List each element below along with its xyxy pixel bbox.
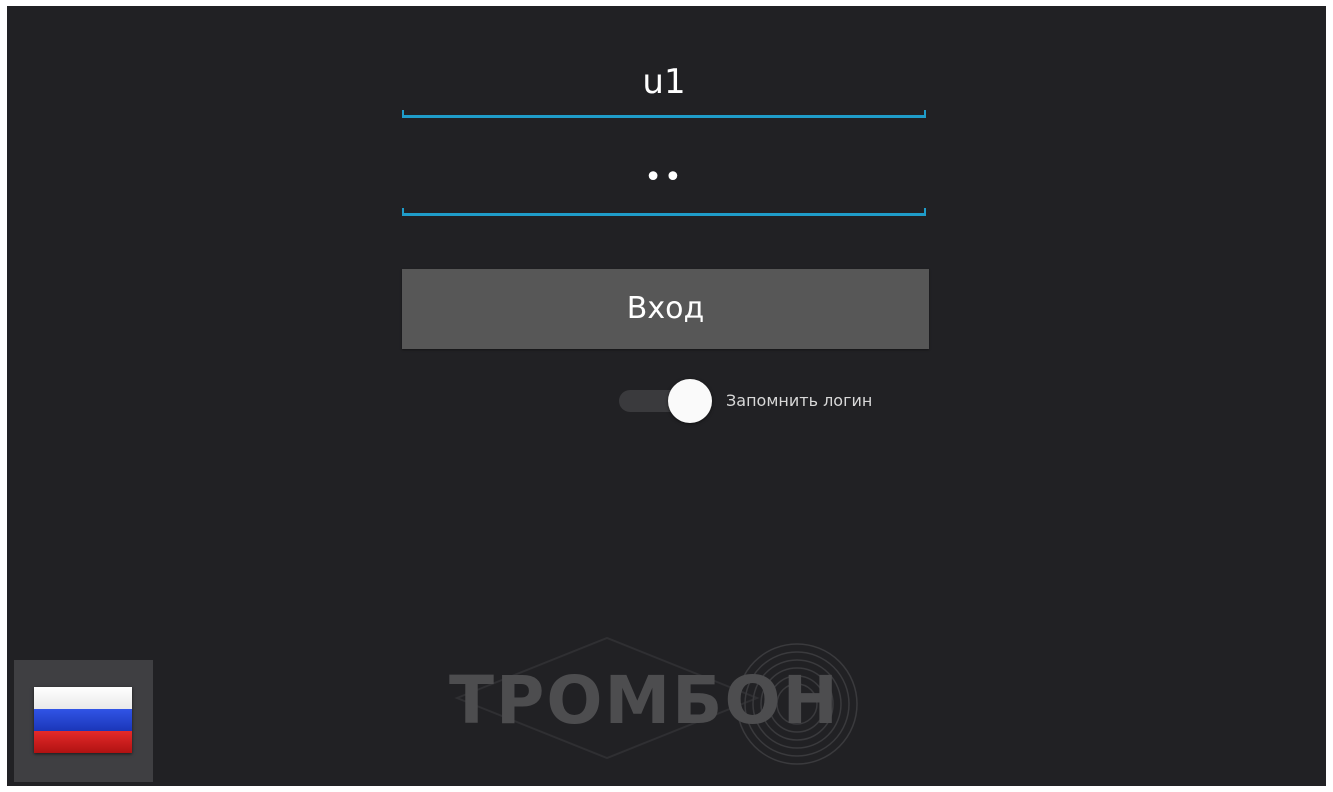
flag-band-red [34, 731, 132, 753]
toggle-knob[interactable] [668, 379, 712, 423]
russian-flag-icon [34, 687, 132, 753]
password-underline [402, 208, 926, 216]
language-button[interactable] [14, 660, 153, 782]
login-field[interactable]: u1 [402, 58, 926, 118]
remember-login-toggle[interactable]: Запомнить логин [619, 376, 939, 426]
trombon-logo: ТРОМБОН [427, 626, 907, 776]
login-button[interactable]: Вход [402, 269, 929, 349]
login-screen: u1 •• Вход Запомнить логин ТРОМБОН [7, 6, 1326, 786]
password-value[interactable]: •• [402, 156, 926, 200]
remember-login-label: Запомнить логин [726, 391, 873, 410]
password-field[interactable]: •• [402, 156, 926, 216]
login-value[interactable]: u1 [402, 60, 926, 104]
logo-text: ТРОМБОН [449, 662, 840, 739]
flag-band-white [34, 687, 132, 709]
flag-band-blue [34, 709, 132, 731]
login-underline [402, 110, 926, 118]
